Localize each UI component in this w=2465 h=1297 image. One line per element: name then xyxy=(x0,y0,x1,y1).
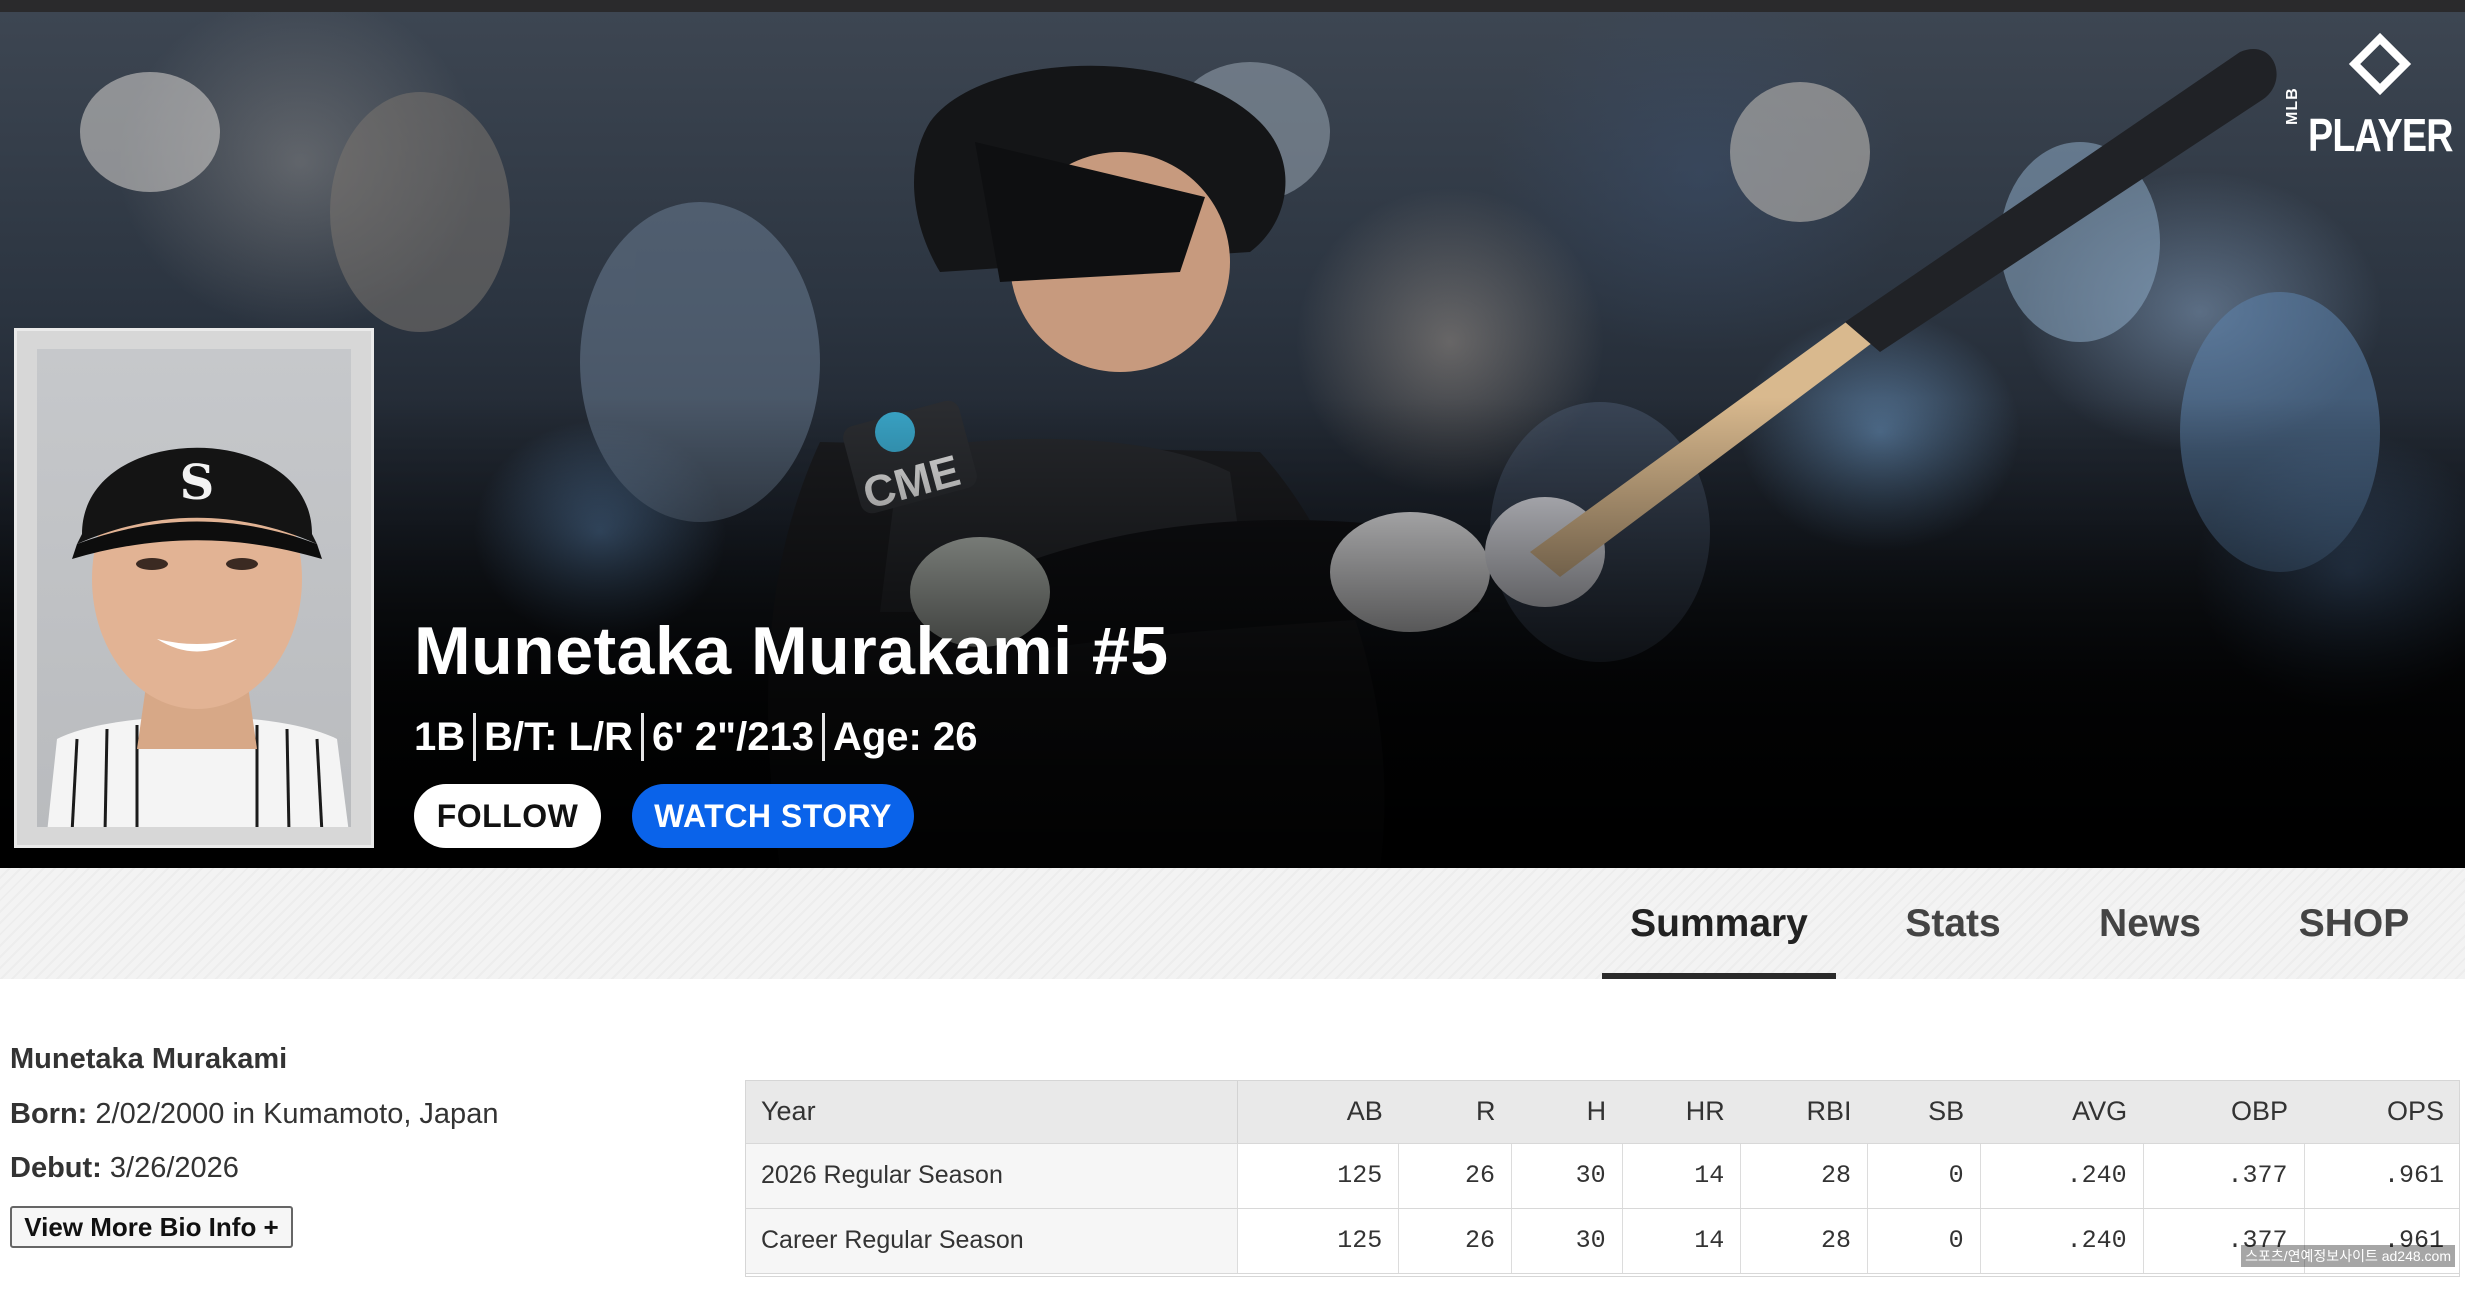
follow-button[interactable]: FOLLOW xyxy=(414,784,601,848)
player-headshot-frame: S xyxy=(14,328,374,848)
player-bio-strip: 1B B/T: L/R 6' 2"/213 Age: 26 xyxy=(414,712,985,762)
bio-born: Born: 2/02/2000 in Kumamoto, Japan xyxy=(10,1098,498,1131)
col-header-h[interactable]: H xyxy=(1511,1080,1623,1144)
row-year: Career Regular Season xyxy=(745,1208,1239,1274)
cell-rbi: 28 xyxy=(1740,1208,1869,1274)
svg-text:S: S xyxy=(180,455,215,511)
mlb-player-logo: MLB PLAYER xyxy=(2280,30,2465,161)
cell-rbi: 28 xyxy=(1740,1142,1869,1209)
player-logo-text: PLAYER xyxy=(2308,109,2453,161)
mlb-logo-text: MLB xyxy=(2284,87,2301,125)
site-watermark: 스포츠/연예정보사이트 ad248.com xyxy=(2241,1245,2455,1267)
cell-avg: .240 xyxy=(1980,1208,2144,1274)
col-header-sb[interactable]: SB xyxy=(1867,1080,1981,1144)
bio-debut-label: Debut: xyxy=(10,1152,102,1184)
tab-stats[interactable]: Stats xyxy=(1880,868,2026,979)
player-name-heading: Munetaka Murakami #5 xyxy=(414,613,1169,689)
cell-sb: 0 xyxy=(1867,1142,1981,1209)
stats-header-row: Year AB R H HR RBI SB AVG OBP OPS xyxy=(745,1080,2460,1144)
row-year: 2026 Regular Season xyxy=(745,1142,1239,1209)
col-header-year[interactable]: Year xyxy=(745,1080,1239,1144)
tab-news[interactable]: News xyxy=(2078,868,2222,979)
tab-summary[interactable]: Summary xyxy=(1602,868,1836,979)
stats-summary-table: Year AB R H HR RBI SB AVG OBP OPS 2026 R… xyxy=(745,1080,2460,1274)
watch-story-button[interactable]: WATCH STORY xyxy=(632,784,914,848)
cell-obp: .377 xyxy=(2143,1142,2305,1209)
cell-r: 26 xyxy=(1398,1142,1512,1209)
cell-h: 30 xyxy=(1511,1142,1623,1209)
col-header-obp[interactable]: OBP xyxy=(2143,1080,2305,1144)
bio-born-value: 2/02/2000 in Kumamoto, Japan xyxy=(95,1098,499,1130)
cell-r: 26 xyxy=(1398,1208,1512,1274)
cell-ab: 125 xyxy=(1237,1208,1400,1274)
headshot-illustration: S xyxy=(47,447,349,827)
tab-shop[interactable]: SHOP xyxy=(2276,868,2432,979)
player-tab-bar: Summary Stats News SHOP xyxy=(0,868,2465,979)
col-header-avg[interactable]: AVG xyxy=(1980,1080,2144,1144)
table-row: 2026 Regular Season 125 26 30 14 28 0 .2… xyxy=(745,1142,2460,1209)
cell-ab: 125 xyxy=(1237,1142,1400,1209)
player-height-weight: 6' 2"/213 xyxy=(652,715,814,759)
bio-debut-value: 3/26/2026 xyxy=(109,1152,239,1184)
player-headshot: S xyxy=(37,349,351,827)
player-position: 1B xyxy=(414,715,466,759)
bio-born-label: Born: xyxy=(10,1098,88,1130)
cell-hr: 14 xyxy=(1622,1208,1742,1274)
col-header-r[interactable]: R xyxy=(1398,1080,1512,1144)
mlb-diamond-icon xyxy=(2348,32,2412,96)
player-hero-banner: CME MLB PLAYER xyxy=(0,12,2465,868)
player-bats-throws: B/T: L/R xyxy=(484,715,634,759)
cell-sb: 0 xyxy=(1867,1208,1981,1274)
cell-ops: .961 xyxy=(2304,1142,2460,1209)
cell-hr: 14 xyxy=(1622,1142,1742,1209)
col-header-hr[interactable]: HR xyxy=(1622,1080,1741,1144)
col-header-rbi[interactable]: RBI xyxy=(1740,1080,1868,1144)
cell-h: 30 xyxy=(1511,1208,1623,1274)
player-age: Age: 26 xyxy=(832,715,978,759)
table-row: Career Regular Season 125 26 30 14 28 0 … xyxy=(745,1208,2460,1274)
col-header-ab[interactable]: AB xyxy=(1237,1080,1399,1144)
bio-full-name: Munetaka Murakami xyxy=(10,1043,288,1075)
cell-avg: .240 xyxy=(1980,1142,2144,1209)
view-more-bio-button[interactable]: View More Bio Info + xyxy=(10,1206,293,1248)
bio-debut: Debut: 3/26/2026 xyxy=(10,1152,239,1185)
col-header-ops[interactable]: OPS xyxy=(2304,1080,2460,1144)
browser-top-strip xyxy=(0,0,2465,12)
